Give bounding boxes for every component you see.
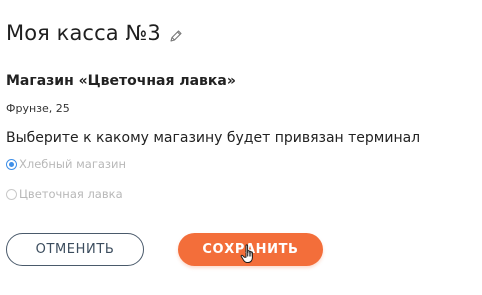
radio-button-checked[interactable] [6, 158, 17, 170]
radio-option-flower-shop[interactable]: Цветочная лавка [6, 187, 123, 201]
radio-label: Цветочная лавка [19, 187, 123, 201]
radio-option-bakery[interactable]: Хлебный магазин [6, 157, 126, 171]
terminal-binding-prompt: Выберите к какому магазину будет привяза… [6, 130, 421, 146]
store-name: Магазин «Цветочная лавка» [6, 73, 236, 89]
page-title-row: Моя касса №3 [6, 21, 183, 45]
page-title: Моя касса №3 [6, 21, 161, 45]
store-address: Фрунзе, 25 [6, 102, 70, 115]
radio-button-unchecked[interactable] [6, 188, 17, 200]
cancel-button[interactable]: ОТМЕНИТЬ [6, 233, 144, 266]
save-button[interactable]: СОХРАНИТЬ [178, 233, 323, 266]
pencil-icon[interactable] [169, 28, 183, 42]
radio-label: Хлебный магазин [19, 157, 127, 171]
